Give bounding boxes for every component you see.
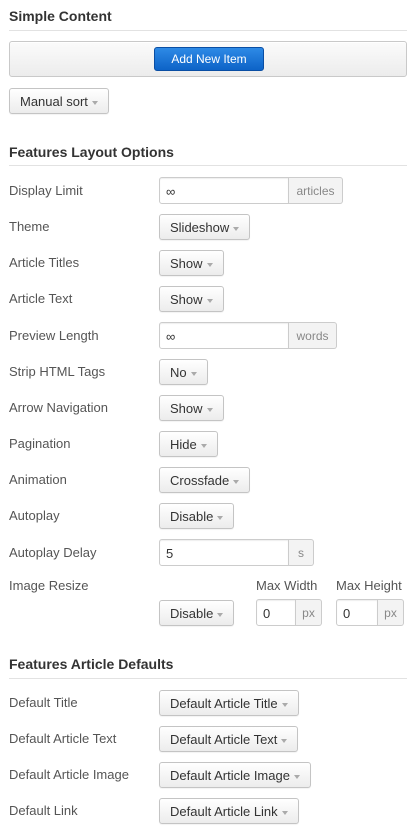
theme-dropdown[interactable]: Slideshow bbox=[159, 214, 251, 240]
max-height-unit: px bbox=[378, 599, 404, 626]
caret-down-icon bbox=[217, 515, 224, 520]
display-limit-input[interactable]: ∞ bbox=[159, 177, 289, 204]
animation-value: Crossfade bbox=[170, 473, 230, 488]
image-resize-value: Disable bbox=[170, 606, 214, 621]
caret-down-icon bbox=[206, 262, 213, 267]
sort-dropdown[interactable]: Manual sort bbox=[9, 88, 109, 114]
preview-length-label: Preview Length bbox=[9, 328, 99, 343]
section-title-article-defaults: Features Article Defaults bbox=[9, 656, 174, 672]
article-titles-value: Show bbox=[170, 256, 203, 271]
max-width-label: Max Width bbox=[256, 578, 318, 593]
article-titles-dropdown[interactable]: Show bbox=[159, 250, 224, 276]
caret-down-icon bbox=[281, 810, 288, 815]
caret-down-icon bbox=[281, 738, 288, 743]
strip-html-label: Strip HTML Tags bbox=[9, 364, 106, 379]
article-titles-label: Article Titles bbox=[9, 255, 80, 270]
display-limit-label: Display Limit bbox=[9, 183, 83, 198]
divider bbox=[9, 30, 407, 31]
default-article-image-label: Default Article Image bbox=[9, 767, 129, 782]
pagination-label: Pagination bbox=[9, 436, 71, 451]
article-text-label: Article Text bbox=[9, 291, 73, 306]
autoplay-delay-label: Autoplay Delay bbox=[9, 545, 97, 560]
arrow-navigation-label: Arrow Navigation bbox=[9, 400, 108, 415]
default-link-label: Default Link bbox=[9, 803, 78, 818]
preview-length-unit: words bbox=[289, 322, 337, 349]
caret-down-icon bbox=[206, 407, 213, 412]
caret-down-icon bbox=[190, 371, 197, 376]
strip-html-value: No bbox=[170, 365, 187, 380]
autoplay-value: Disable bbox=[170, 509, 214, 524]
section-title-simple-content: Simple Content bbox=[9, 8, 112, 24]
max-width-input[interactable]: 0 bbox=[256, 599, 296, 626]
image-resize-dropdown[interactable]: Disable bbox=[159, 600, 235, 626]
autoplay-dropdown[interactable]: Disable bbox=[159, 503, 235, 529]
caret-down-icon bbox=[281, 702, 288, 707]
default-article-text-value: Default Article Text bbox=[170, 732, 278, 747]
add-new-item-button[interactable]: Add New Item bbox=[154, 47, 264, 71]
section-title-layout-options: Features Layout Options bbox=[9, 144, 174, 160]
theme-label: Theme bbox=[9, 219, 50, 234]
default-link-dropdown[interactable]: Default Article Link bbox=[159, 798, 299, 824]
article-text-value: Show bbox=[170, 292, 203, 307]
animation-label: Animation bbox=[9, 472, 67, 487]
caret-down-icon bbox=[206, 298, 213, 303]
default-article-text-label: Default Article Text bbox=[9, 731, 117, 746]
arrow-navigation-value: Show bbox=[170, 401, 203, 416]
sort-dropdown-label: Manual sort bbox=[20, 94, 88, 109]
default-title-value: Default Article Title bbox=[170, 696, 278, 711]
default-article-text-dropdown[interactable]: Default Article Text bbox=[159, 726, 299, 752]
pagination-dropdown[interactable]: Hide bbox=[159, 431, 218, 457]
autoplay-label: Autoplay bbox=[9, 508, 60, 523]
default-article-image-dropdown[interactable]: Default Article Image bbox=[159, 762, 311, 788]
caret-down-icon bbox=[200, 443, 207, 448]
default-title-label: Default Title bbox=[9, 695, 78, 710]
autoplay-delay-unit: s bbox=[289, 539, 314, 566]
caret-down-icon bbox=[233, 226, 240, 231]
max-height-input[interactable]: 0 bbox=[336, 599, 378, 626]
autoplay-delay-input[interactable]: 5 bbox=[159, 539, 289, 566]
caret-down-icon bbox=[233, 479, 240, 484]
default-article-image-value: Default Article Image bbox=[170, 768, 290, 783]
settings-panel: Simple Content Add New Item Manual sort … bbox=[0, 0, 415, 833]
max-height-label: Max Height bbox=[336, 578, 402, 593]
display-limit-unit: articles bbox=[289, 177, 343, 204]
pagination-value: Hide bbox=[170, 437, 197, 452]
divider bbox=[9, 165, 407, 166]
caret-down-icon bbox=[91, 100, 98, 105]
caret-down-icon bbox=[293, 774, 300, 779]
article-text-dropdown[interactable]: Show bbox=[159, 286, 224, 312]
divider bbox=[9, 678, 407, 679]
max-width-unit: px bbox=[296, 599, 322, 626]
theme-value: Slideshow bbox=[170, 220, 230, 235]
strip-html-dropdown[interactable]: No bbox=[159, 359, 208, 385]
default-link-value: Default Article Link bbox=[170, 804, 278, 819]
arrow-navigation-dropdown[interactable]: Show bbox=[159, 395, 224, 421]
default-title-dropdown[interactable]: Default Article Title bbox=[159, 690, 299, 716]
animation-dropdown[interactable]: Crossfade bbox=[159, 467, 251, 493]
preview-length-input[interactable]: ∞ bbox=[159, 322, 289, 349]
image-resize-label: Image Resize bbox=[9, 578, 89, 593]
caret-down-icon bbox=[217, 612, 224, 617]
